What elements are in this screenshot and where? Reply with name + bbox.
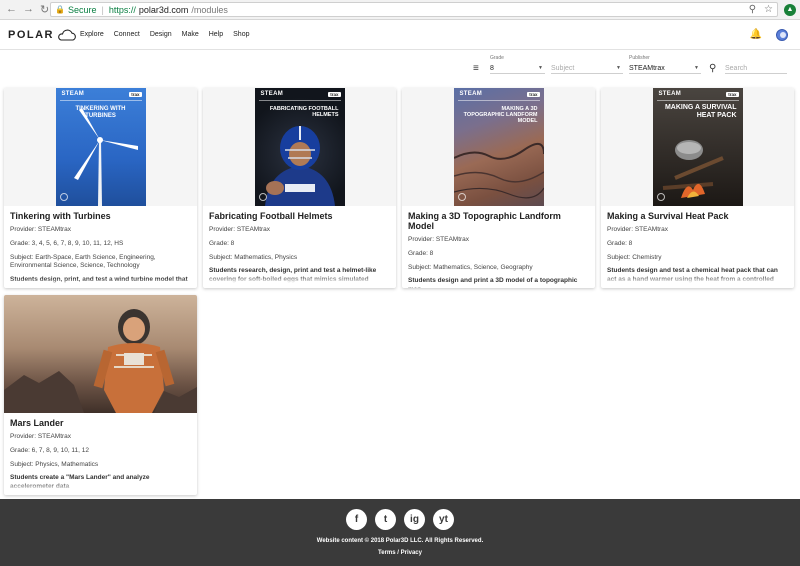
module-title: Fabricating Football Helmets bbox=[209, 211, 333, 221]
privacy-link[interactable]: Privacy bbox=[401, 550, 422, 556]
module-description: Students design and test a chemical heat… bbox=[607, 267, 788, 284]
football-player-illustration bbox=[264, 126, 335, 206]
social-links: f t ig yt bbox=[0, 509, 800, 530]
astronaut-illustration bbox=[4, 309, 197, 413]
cloud-icon bbox=[58, 29, 76, 41]
module-grade: Grade: 6, 7, 8, 9, 10, 11, 12 bbox=[10, 446, 90, 454]
youtube-icon[interactable]: yt bbox=[433, 509, 454, 530]
grade-select[interactable]: Grade 8 ▼ bbox=[490, 55, 545, 77]
browser-toolbar: ← → ↻ 🔒 Secure | https://polar3d.com/mod… bbox=[0, 0, 800, 20]
publisher-value: STEAMtrax bbox=[629, 65, 665, 72]
grade-label: Grade bbox=[490, 55, 504, 61]
module-provider: Provider: STEAMtrax bbox=[408, 236, 470, 243]
reload-icon[interactable]: ↻ bbox=[40, 3, 49, 16]
search-input[interactable]: Search bbox=[725, 55, 787, 77]
publisher-label: Publisher bbox=[629, 55, 650, 61]
menu-item-connect[interactable]: Connect bbox=[114, 31, 140, 38]
module-cover-image: STEAM trax FABRICATING FOOTBALL HELMETS bbox=[203, 88, 396, 206]
module-card[interactable]: STEAM trax MAKING A 3D TOPOGRAPHIC LANDFO… bbox=[402, 88, 595, 288]
module-grade: Grade: 3, 4, 5, 6, 7, 8, 9, 10, 11, 12, … bbox=[10, 239, 124, 247]
filter-list-icon[interactable]: ≡ bbox=[473, 63, 479, 74]
module-subject: Subject: Mathematics, Science, Geography bbox=[408, 263, 533, 271]
publisher-select[interactable]: Publisher STEAMtrax ▼ bbox=[629, 55, 701, 77]
subject-placeholder: Subject bbox=[551, 65, 575, 72]
notification-bell-icon[interactable]: 🔔 bbox=[750, 29, 762, 40]
main-menu: Explore Connect Design Make Help Shop bbox=[80, 31, 250, 38]
module-provider: Provider: STEAMtrax bbox=[10, 226, 72, 233]
canyon-illustration bbox=[453, 143, 544, 199]
module-subject: Subject: Earth-Space, Earth Science, Eng… bbox=[10, 253, 156, 270]
module-card[interactable]: STEAM trax MAKING A SURVIVAL HEAT PACK Ma… bbox=[601, 88, 794, 288]
menu-item-explore[interactable]: Explore bbox=[80, 31, 104, 38]
browser-nav: ← → ↻ bbox=[4, 3, 50, 16]
module-grade: Grade: 8 bbox=[408, 249, 434, 257]
module-provider: Provider: STEAMtrax bbox=[209, 226, 271, 233]
zoom-icon[interactable]: ⚲ bbox=[749, 4, 756, 15]
filter-bar: ≡ Grade 8 ▼ Subject ▼ Publisher STEAMtra… bbox=[470, 55, 790, 77]
module-grade: Grade: 8 bbox=[607, 239, 633, 247]
user-avatar[interactable] bbox=[776, 28, 788, 41]
terms-link[interactable]: Terms bbox=[378, 550, 396, 556]
copyright-text: Website content © 2018 Polar3D LLC. All … bbox=[316, 538, 484, 544]
menu-item-make[interactable]: Make bbox=[182, 31, 199, 38]
subject-dropdown-arrow-icon: ▼ bbox=[616, 65, 621, 71]
wind-turbine-illustration bbox=[73, 108, 138, 206]
module-provider: Provider: STEAMtrax bbox=[10, 433, 72, 440]
forward-icon[interactable]: → bbox=[23, 3, 34, 16]
module-cover-image: STEAM trax TINKERING WITH TURBINES bbox=[4, 88, 197, 206]
polar-logo[interactable]: POLAR bbox=[8, 29, 80, 41]
module-subject: Subject: Chemistry bbox=[607, 253, 662, 261]
bookmark-star-icon[interactable]: ☆ bbox=[764, 4, 773, 15]
module-description: Students create a "Mars Lander" and anal… bbox=[10, 474, 191, 491]
facebook-icon[interactable]: f bbox=[346, 509, 367, 530]
menu-item-shop[interactable]: Shop bbox=[233, 31, 249, 38]
module-card[interactable]: STEAM trax FABRICATING FOOTBALL HELMETS F… bbox=[203, 88, 396, 288]
module-title: Making a 3D Topographic Landform Model bbox=[408, 211, 561, 231]
logo-text: POLAR bbox=[8, 28, 54, 41]
url-path: /modules bbox=[191, 4, 228, 15]
module-cover-image: STEAM trax MAKING A SURVIVAL HEAT PACK bbox=[601, 88, 794, 206]
url-separator: | bbox=[101, 4, 104, 15]
extension-icon[interactable]: ▲ bbox=[784, 3, 796, 16]
publisher-dropdown-arrow-icon: ▼ bbox=[694, 65, 699, 71]
menu-item-design[interactable]: Design bbox=[150, 31, 172, 38]
module-card[interactable]: STEAM trax TINKERING WITH TURBINES Tinker… bbox=[4, 88, 197, 288]
module-cover-image: STEAM trax MAKING A 3D TOPOGRAPHIC LANDFO… bbox=[402, 88, 595, 206]
footer-links: Terms / Privacy bbox=[378, 550, 422, 556]
module-card[interactable]: Mars Lander Provider: STEAMtrax Grade: 6… bbox=[4, 295, 197, 495]
module-title: Making a Survival Heat Pack bbox=[607, 211, 729, 221]
module-title: Tinkering with Turbines bbox=[10, 211, 111, 221]
menu-item-help[interactable]: Help bbox=[209, 31, 223, 38]
search-icon[interactable]: ⚲ bbox=[709, 63, 716, 74]
campfire-illustration bbox=[662, 140, 724, 198]
site-footer: f t ig yt Website content © 2018 Polar3D… bbox=[0, 499, 800, 566]
back-icon[interactable]: ← bbox=[6, 3, 17, 16]
module-subject: Subject: Physics, Mathematics bbox=[10, 460, 99, 468]
module-provider: Provider: STEAMtrax bbox=[607, 226, 669, 233]
url-protocol: https:// bbox=[108, 4, 136, 15]
app-header: POLAR Explore Connect Design Make Help S… bbox=[0, 20, 800, 50]
subject-select[interactable]: Subject ▼ bbox=[551, 55, 623, 77]
address-bar[interactable]: 🔒 Secure | https://polar3d.com/modules ⚲… bbox=[50, 2, 778, 17]
module-grade: Grade: 8 bbox=[209, 239, 235, 247]
url-host: polar3d.com bbox=[138, 4, 189, 15]
module-description: Students design, print, and test a wind … bbox=[10, 276, 191, 287]
secure-label: Secure bbox=[67, 4, 97, 15]
module-subject: Subject: Mathematics, Physics bbox=[209, 253, 298, 261]
lock-icon: 🔒 bbox=[55, 5, 65, 14]
module-title: Mars Lander bbox=[10, 418, 64, 428]
instagram-icon[interactable]: ig bbox=[404, 509, 425, 530]
module-description: Students research, design, print and tes… bbox=[209, 267, 390, 284]
grade-dropdown-arrow-icon: ▼ bbox=[538, 65, 543, 71]
module-description: Students design and print a 3D model of … bbox=[408, 277, 589, 288]
twitter-icon[interactable]: t bbox=[375, 509, 396, 530]
module-cover-image bbox=[4, 295, 197, 413]
grade-value: 8 bbox=[490, 65, 494, 72]
search-placeholder: Search bbox=[725, 65, 748, 72]
